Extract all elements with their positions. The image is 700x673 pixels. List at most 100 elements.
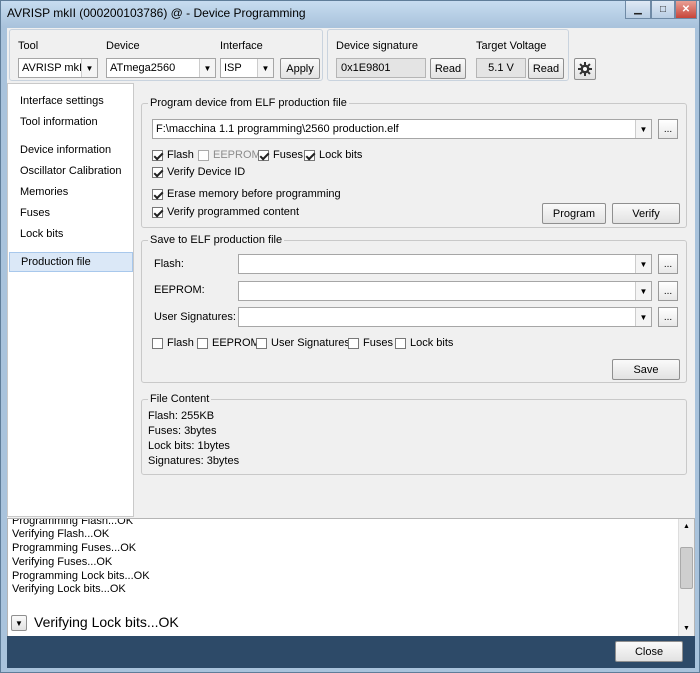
checkbox-unchecked [198,149,209,161]
file-content-legend: File Content [148,393,212,405]
close-icon: ✕ [681,4,691,15]
eeprom-checkbox: EEPROM [198,149,261,161]
tool-select[interactable]: AVRISP mkII ▼ [18,58,98,78]
device-label: Device [106,40,140,52]
tool-label: Tool [18,40,39,52]
target-voltage-field: 5.1 V [476,58,526,78]
checkbox-checked [152,188,163,200]
interface-select-value: ISP [224,62,242,74]
log-line: Verifying Flash...OK [12,528,110,540]
chevron-down-icon: ▼ [635,308,651,326]
log-line: Programming Flash...OK [12,518,134,527]
chevron-down-icon: ▼ [199,59,215,77]
fuses-checkbox-label: Fuses [273,149,303,161]
save-user-signatures-select[interactable]: ▼ [238,307,652,327]
checkbox-checked [304,149,315,161]
sidebar-item-oscillator-calibration[interactable]: Oscillator Calibration [9,162,133,182]
verify-button[interactable]: Verify [612,203,680,224]
expand-log-button[interactable]: ▼ [11,615,27,631]
sidebar-item-fuses[interactable]: Fuses [9,204,133,224]
save-elf-group: Save to ELF production file Flash: ▼ ...… [141,234,687,383]
sidebar: Interface settings Tool information Devi… [7,83,134,517]
read-signature-button[interactable]: Read [430,58,466,79]
save-flash-select[interactable]: ▼ [238,254,652,274]
save-eeprom-label: EEPROM: [154,284,205,296]
save-flash-label: Flash: [154,258,184,270]
device-select-value: ATmega2560 [110,62,176,74]
minimize-button[interactable]: ▁ [625,1,651,19]
sidebar-item-memories[interactable]: Memories [9,183,133,203]
save-flash-checkbox[interactable]: Flash [152,337,194,349]
close-button[interactable]: Close [615,641,683,662]
browse-flash-button[interactable]: ... [658,254,678,274]
fuses-checkbox[interactable]: Fuses [258,149,303,161]
chevron-down-icon: ▼ [635,282,651,300]
lock-bits-checkbox-label: Lock bits [319,149,363,161]
read-voltage-button[interactable]: Read [528,58,564,79]
file-content-flash: Flash: 255KB [148,410,215,422]
status-text: Verifying Lock bits...OK [34,614,179,630]
gear-icon [578,62,592,76]
save-lock-bits-checkbox[interactable]: Lock bits [395,337,453,349]
elf-file-path-select[interactable]: F:\macchina 1.1 programming\2560 product… [152,119,652,139]
maximize-button[interactable]: □ [651,1,675,19]
title-bar: AVRISP mkII (000200103786) @ - Device Pr… [1,1,699,27]
file-content-lock-bits: Lock bits: 1bytes [148,440,230,452]
chevron-down-icon: ▼ [15,618,23,628]
verify-content-checkbox[interactable]: Verify programmed content [152,206,299,218]
device-select[interactable]: ATmega2560 ▼ [106,58,216,78]
checkbox-unchecked [348,337,359,349]
chevron-down-icon: ▼ [635,255,651,273]
checkbox-unchecked [197,337,208,349]
save-user-signatures-checkbox-label: User Signatures [271,337,350,349]
sidebar-item-interface-settings[interactable]: Interface settings [9,92,133,112]
sidebar-item-device-information[interactable]: Device information [9,141,133,161]
production-file-panel: Program device from ELF production file … [135,83,695,517]
program-button[interactable]: Program [542,203,606,224]
checkbox-unchecked [152,337,163,349]
checkbox-unchecked [395,337,406,349]
maximize-icon: □ [659,4,667,15]
tool-select-value: AVRISP mkII [22,62,86,74]
verify-content-label: Verify programmed content [167,206,300,218]
sidebar-item-lock-bits[interactable]: Lock bits [9,225,133,245]
device-signature-field: 0x1E9801 [336,58,426,78]
browse-elf-button[interactable]: ... [658,119,678,139]
browse-eeprom-button[interactable]: ... [658,281,678,301]
save-eeprom-checkbox[interactable]: EEPROM [197,337,260,349]
save-eeprom-checkbox-label: EEPROM [212,337,260,349]
chevron-down-icon: ▼ [635,120,651,138]
save-flash-checkbox-label: Flash [167,337,194,349]
sidebar-item-production-file[interactable]: Production file [9,252,133,272]
save-elf-legend: Save to ELF production file [148,234,285,246]
save-user-signatures-checkbox[interactable]: User Signatures [256,337,350,349]
settings-button[interactable] [574,58,596,80]
interface-select[interactable]: ISP ▼ [220,58,274,78]
log-line: Verifying Lock bits...OK [12,583,126,595]
client-area: Tool AVRISP mkII ▼ Device ATmega2560 ▼ I… [7,28,695,668]
save-fuses-checkbox[interactable]: Fuses [348,337,393,349]
log-line: Verifying Fuses...OK [12,556,113,568]
apply-button[interactable]: Apply [280,58,320,79]
save-lock-bits-checkbox-label: Lock bits [410,337,454,349]
erase-memory-label: Erase memory before programming [167,188,341,200]
lock-bits-checkbox[interactable]: Lock bits [304,149,362,161]
erase-memory-checkbox[interactable]: Erase memory before programming [152,188,341,200]
scroll-thumb[interactable] [680,547,693,589]
program-elf-group: Program device from ELF production file … [141,97,687,228]
tool-device-group: Tool AVRISP mkII ▼ Device ATmega2560 ▼ I… [9,29,323,81]
browse-user-signatures-button[interactable]: ... [658,307,678,327]
save-eeprom-select[interactable]: ▼ [238,281,652,301]
eeprom-checkbox-label: EEPROM [213,149,261,161]
chevron-down-icon: ▼ [257,59,273,77]
verify-device-id-checkbox[interactable]: Verify Device ID [152,166,245,178]
checkbox-checked [152,149,163,161]
footer: Close [7,636,695,668]
save-button[interactable]: Save [612,359,680,380]
checkbox-checked [152,166,163,178]
close-window-button[interactable]: ✕ [675,1,697,19]
sidebar-item-tool-information[interactable]: Tool information [9,113,133,133]
checkbox-checked [152,206,163,218]
scroll-up-icon[interactable]: ▲ [679,519,694,534]
flash-checkbox[interactable]: Flash [152,149,194,161]
